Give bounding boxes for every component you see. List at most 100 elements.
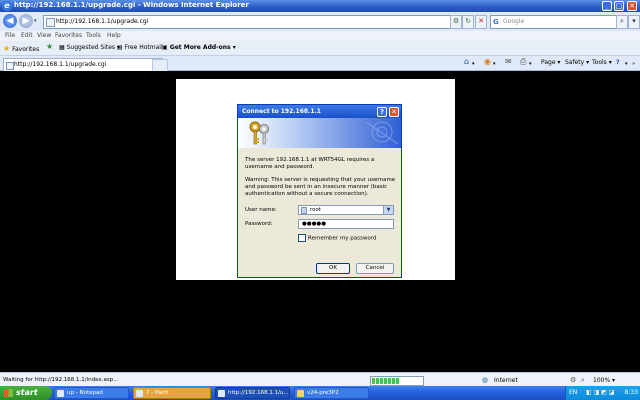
read-mail-icon[interactable]: ✉	[505, 57, 512, 66]
loading-progress-bar	[370, 376, 424, 386]
menu-edit[interactable]: Edit	[21, 32, 33, 39]
favorite-label: Suggested Sites ▾	[66, 44, 120, 51]
task-paint[interactable]: 7 - Paint	[133, 387, 211, 399]
menu-favorites[interactable]: Favorites	[55, 32, 82, 39]
minimize-button[interactable]: _	[602, 1, 612, 11]
ie-task-icon	[218, 390, 225, 397]
close-button[interactable]: ✕	[627, 1, 637, 11]
task-internet-explorer[interactable]: http://192.168.1.1/u...	[215, 387, 290, 399]
status-text: Waiting for http://192.168.1.1/index.asp…	[3, 377, 119, 383]
task-folder[interactable]: v24-pre3P2	[294, 387, 369, 399]
auth-dialog: Connect to 192.168.1.1 ? ✕ The server 19…	[237, 104, 402, 278]
paint-icon	[136, 390, 143, 397]
user-icon	[301, 207, 307, 214]
refresh-icon[interactable]: ↻	[462, 15, 474, 29]
back-button[interactable]: ◀	[3, 14, 17, 28]
zoom-icon[interactable]: ⌕	[581, 376, 585, 385]
address-row: ◀ ▶ ▾ http://192.168.1.1/upgrade.cgi ▾ ⚙…	[0, 12, 640, 31]
feeds-icon[interactable]: ◉	[484, 57, 491, 66]
page-menu[interactable]: Page ▾	[541, 59, 560, 66]
zoom-level[interactable]: 100% ▾	[593, 377, 615, 384]
search-icon[interactable]: ⌕	[616, 15, 628, 29]
security-zone[interactable]: Internet	[494, 377, 518, 384]
menu-tools[interactable]: Tools	[86, 32, 101, 39]
window-title: http://192.168.1.1/upgrade.cgi - Windows…	[14, 1, 249, 9]
print-icon[interactable]: ⎙	[520, 57, 526, 67]
window-title-bar[interactable]: e http://192.168.1.1/upgrade.cgi - Windo…	[0, 0, 640, 12]
ok-button[interactable]: OK	[316, 263, 350, 274]
username-dropdown-icon[interactable]: ▼	[383, 206, 393, 214]
password-field[interactable]: ●●●●●	[298, 219, 394, 229]
task-label: http://192.168.1.1/u...	[228, 390, 289, 396]
dialog-message: The server 192.168.1.1 at WRT54GL requir…	[245, 157, 375, 170]
address-url: http://192.168.1.1/upgrade.cgi	[56, 18, 149, 25]
system-tray: EN ◧ ◨ ◩ ◪ 8:33	[565, 386, 640, 400]
favorite-suggested-sites[interactable]: ▦ Suggested Sites ▾	[59, 44, 120, 51]
dialog-title-bar[interactable]: Connect to 192.168.1.1 ? ✕	[238, 105, 401, 118]
favorites-button[interactable]: ★ Favorites	[3, 44, 39, 53]
notepad-icon	[57, 390, 64, 397]
address-input[interactable]: http://192.168.1.1/upgrade.cgi ▾	[43, 15, 460, 29]
menu-file[interactable]: File	[5, 32, 15, 39]
favorite-get-more-addons[interactable]: ▣ Get More Add-ons ▾	[162, 44, 236, 51]
dialog-close-button[interactable]: ✕	[389, 107, 399, 117]
compatibility-view-icon[interactable]: ⚙	[450, 15, 462, 29]
checkbox-box[interactable]	[298, 234, 306, 242]
more-commands-icon[interactable]: »	[632, 61, 635, 67]
task-label: v24-pre3P2	[307, 390, 339, 396]
dialog-help-button[interactable]: ?	[377, 107, 387, 117]
taskbar: start up - Notepad 7 - Paint http://192.…	[0, 386, 640, 400]
search-placeholder: Google	[503, 18, 525, 25]
page-favicon-icon	[46, 18, 55, 27]
banner-decoration-icon	[365, 121, 399, 145]
remember-password-checkbox[interactable]: Remember my password	[298, 234, 376, 242]
home-dropdown-icon[interactable]: ▾	[472, 61, 475, 67]
language-indicator[interactable]: EN	[569, 389, 577, 396]
username-combobox[interactable]: root ▼	[298, 205, 394, 215]
safety-menu[interactable]: Safety ▾	[565, 59, 589, 66]
feeds-dropdown-icon[interactable]: ▾	[493, 61, 496, 67]
forward-button[interactable]: ▶	[19, 14, 33, 28]
tray-icons[interactable]: ◧ ◨ ◩ ◪	[586, 389, 614, 396]
maximize-button[interactable]: □	[614, 1, 624, 11]
username-value: root	[310, 207, 322, 213]
username-label: User name:	[245, 207, 277, 213]
help-icon[interactable]: ?	[616, 59, 619, 66]
clock: 8:33	[624, 389, 638, 396]
status-bar: Waiting for http://192.168.1.1/index.asp…	[0, 372, 640, 386]
windows-flag-icon	[4, 389, 13, 397]
cancel-button[interactable]: Cancel	[356, 263, 394, 274]
search-engine-icon: G	[493, 18, 499, 26]
dialog-banner	[238, 118, 401, 148]
add-favorite-icon[interactable]: ★	[46, 42, 53, 51]
print-dropdown-icon[interactable]: ▾	[529, 61, 532, 67]
favorites-star-icon: ★	[3, 44, 11, 53]
menu-bar: File Edit View Favorites Tools Help	[0, 31, 640, 41]
protected-mode-icon[interactable]: ⚙	[570, 376, 576, 384]
remember-password-label: Remember my password	[308, 235, 377, 242]
start-label: start	[16, 388, 38, 397]
search-input[interactable]: G Google	[490, 15, 626, 29]
task-label: up - Notepad	[67, 390, 103, 396]
favorites-bar: ★ Favorites ★ ▦ Suggested Sites ▾ ▤ Free…	[0, 41, 640, 56]
task-notepad[interactable]: up - Notepad	[54, 387, 129, 399]
keys-icon	[249, 121, 269, 145]
menu-help[interactable]: Help	[107, 32, 121, 39]
globe-icon: ◍	[482, 376, 489, 384]
progress-fill	[372, 378, 400, 384]
favorite-free-hotmail[interactable]: ▤ Free Hotmail	[117, 44, 163, 51]
start-button[interactable]: start	[0, 386, 52, 400]
dialog-title: Connect to 192.168.1.1	[242, 108, 321, 115]
help-dropdown-icon[interactable]: ▾	[625, 61, 628, 67]
tools-menu[interactable]: Tools ▾	[592, 59, 612, 66]
favorites-label: Favorites	[12, 46, 40, 53]
tab-favicon-icon	[6, 62, 14, 70]
tab-current[interactable]: http://192.168.1.1/upgrade.cgi	[3, 58, 163, 72]
home-icon[interactable]: ⌂	[464, 57, 469, 66]
stop-icon[interactable]: ✕	[475, 15, 487, 29]
ie-logo-icon: e	[2, 1, 12, 11]
menu-view[interactable]: View	[37, 32, 51, 39]
history-dropdown-icon[interactable]: ▾	[34, 18, 41, 24]
favorite-label: Get More Add-ons ▾	[169, 44, 236, 51]
search-options-icon[interactable]: ▾	[628, 15, 640, 29]
